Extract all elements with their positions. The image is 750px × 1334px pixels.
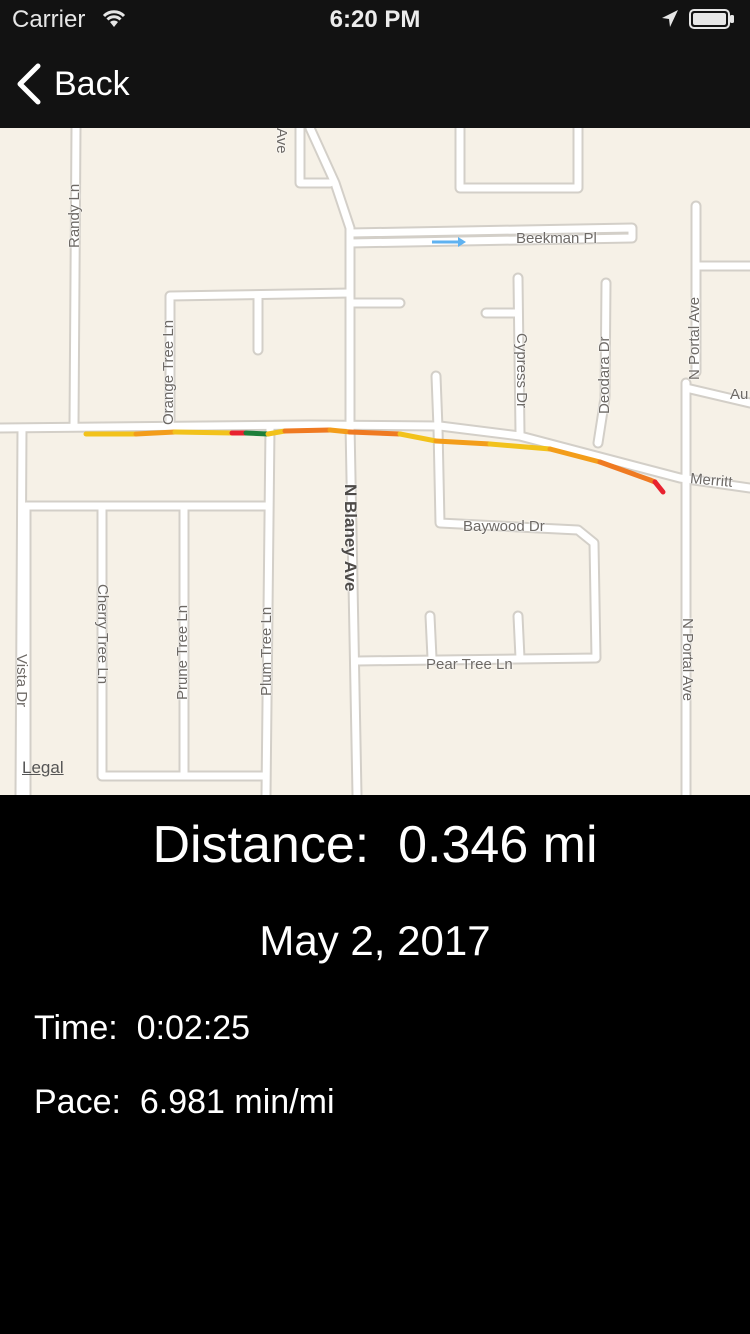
time-row: Time: 0:02:25 — [34, 1009, 250, 1048]
route-segment — [327, 427, 353, 435]
route-segment — [172, 429, 235, 436]
battery-icon — [689, 9, 734, 29]
route-segment — [397, 431, 439, 444]
street-label: Randy Ln — [66, 183, 83, 248]
time-label: Time: — [34, 1009, 118, 1047]
back-button[interactable]: Back — [12, 58, 130, 110]
street-label: Plum Tree Ln — [258, 606, 275, 696]
run-date: May 2, 2017 — [259, 917, 491, 964]
chevron-left-icon — [17, 63, 41, 105]
time-value: 0:02:25 — [136, 1009, 251, 1047]
route-segment — [347, 429, 403, 437]
route-path — [83, 427, 666, 495]
status-time: 6:20 PM — [329, 6, 421, 33]
street-label: N Portal Ave — [686, 296, 703, 380]
street-label: Cypress Dr — [513, 333, 530, 409]
street-label: N Portal Ave — [679, 618, 696, 702]
street-label: Au — [730, 386, 749, 403]
route-map[interactable]: Ave Randy Ln Orange Tree Ln Beekman Pl C… — [0, 128, 750, 795]
run-stats: Distance: 0.346 mi May 2, 2017 Time: 0:0… — [0, 795, 750, 1334]
street-label: Baywood Dr — [463, 518, 545, 535]
route-segment — [265, 428, 288, 437]
pace-row: Pace: 6.981 min/mi — [34, 1083, 335, 1122]
street-label: Merritt — [689, 470, 734, 491]
route-segment — [652, 479, 666, 495]
street-label: Orange Tree Ln — [160, 319, 177, 425]
route-segment — [433, 438, 493, 447]
street-label: Beekman Pl — [516, 230, 597, 247]
status-bar: Carrier 6:20 PM — [0, 0, 750, 40]
street-label: Prune Tree Ln — [174, 604, 191, 700]
street-label: Deodara Dr — [596, 336, 613, 414]
distance-value: 0.346 mi — [398, 816, 598, 874]
location-arrow-icon — [662, 10, 678, 27]
street-label: N Blaney Ave — [341, 484, 360, 592]
street-label: Ave — [273, 128, 290, 154]
legal-link[interactable]: Legal — [22, 758, 64, 778]
pace-label: Pace: — [34, 1083, 121, 1121]
map-canvas — [0, 128, 750, 795]
route-segment — [282, 427, 333, 434]
back-label: Back — [54, 64, 130, 103]
route-segment — [243, 430, 271, 437]
distance-label: Distance: — [152, 816, 370, 874]
pace-value: 6.981 min/mi — [139, 1083, 335, 1121]
street-label: Pear Tree Ln — [426, 656, 513, 673]
street-label: Cherry Tree Ln — [94, 584, 111, 685]
distance-row: Distance: 0.346 mi — [0, 815, 750, 875]
street-label: Vista Dr — [13, 654, 30, 708]
navigation-bar: Back — [0, 40, 750, 128]
route-segment — [133, 429, 178, 437]
